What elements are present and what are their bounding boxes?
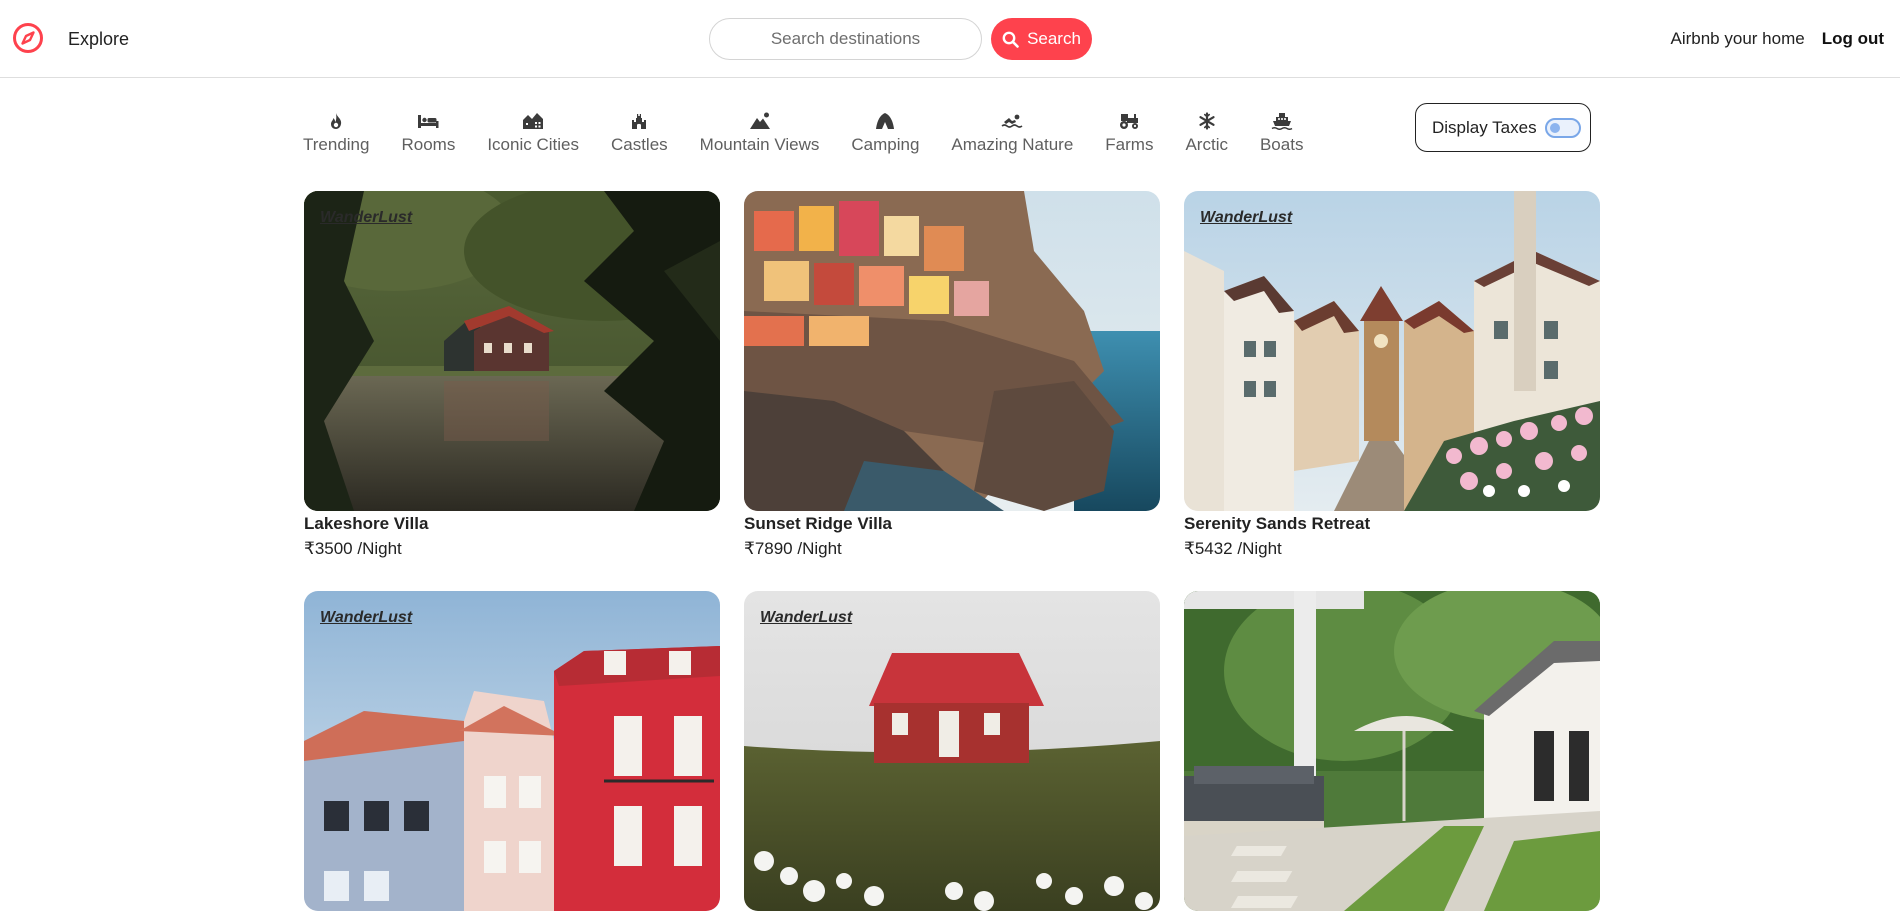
mountain-icon bbox=[749, 110, 771, 132]
wanderlust-watermark: WanderLust bbox=[320, 209, 413, 226]
listing-price: ₹3500 /Night bbox=[304, 539, 402, 558]
snowflake-icon bbox=[1196, 110, 1218, 132]
filter-mountain-views[interactable]: Mountain Views bbox=[699, 110, 820, 155]
fire-icon bbox=[325, 110, 347, 132]
nav-explore-link[interactable]: Explore bbox=[68, 29, 129, 50]
nav-right-links: Airbnb your home Log out bbox=[1671, 29, 1885, 49]
listing-card[interactable]: WanderLust bbox=[304, 591, 720, 911]
listing-price: ₹7890 /Night bbox=[744, 539, 842, 558]
bed-icon bbox=[417, 110, 439, 132]
filter-label: Arctic bbox=[1185, 135, 1228, 154]
wanderlust-watermark: WanderLust bbox=[1200, 209, 1293, 226]
search-button-label: Search bbox=[1027, 29, 1081, 48]
filter-label: Amazing Nature bbox=[951, 135, 1074, 154]
filter-farms[interactable]: Farms bbox=[1105, 110, 1153, 155]
tractor-icon bbox=[1118, 110, 1140, 132]
castle-icon bbox=[628, 110, 650, 132]
filter-label: Trending bbox=[303, 135, 370, 154]
listing-title: Serenity Sands Retreat bbox=[1184, 514, 1371, 533]
filter-label: Rooms bbox=[401, 135, 456, 154]
filter-castles[interactable]: Castles bbox=[611, 110, 668, 155]
compass-logo-icon[interactable] bbox=[12, 22, 44, 54]
listing-card[interactable]: WanderLust bbox=[744, 591, 1160, 911]
listing-title: Sunset Ridge Villa bbox=[744, 514, 893, 533]
listing-card[interactable]: WanderLust Serenity Sands Retreat ₹5432 … bbox=[1184, 191, 1600, 559]
filter-label: Iconic Cities bbox=[487, 135, 579, 154]
ship-icon bbox=[1271, 110, 1293, 132]
filter-boats[interactable]: Boats bbox=[1260, 110, 1303, 155]
filter-rooms[interactable]: Rooms bbox=[401, 110, 455, 155]
listing-card[interactable]: Sunset Ridge Villa ₹7890 /Night bbox=[744, 191, 1160, 559]
filter-label: Mountain Views bbox=[699, 135, 820, 154]
tax-switch[interactable] bbox=[1544, 117, 1581, 138]
wanderlust-watermark: WanderLust bbox=[760, 609, 853, 626]
search-icon bbox=[1002, 31, 1019, 48]
city-icon bbox=[522, 110, 544, 132]
switch-knob bbox=[1549, 122, 1560, 133]
search-button[interactable]: Search bbox=[991, 18, 1092, 60]
filter-label: Castles bbox=[610, 135, 668, 154]
wanderlust-watermark: WanderLust bbox=[320, 609, 413, 626]
listing-price: ₹5432 /Night bbox=[1184, 539, 1282, 558]
listing-title: Lakeshore Villa bbox=[304, 514, 429, 533]
tent-icon bbox=[874, 110, 896, 132]
airbnb-your-home-link[interactable]: Airbnb your home bbox=[1671, 29, 1805, 49]
logout-link[interactable]: Log out bbox=[1822, 29, 1884, 49]
search-input[interactable] bbox=[709, 18, 982, 60]
filter-arctic[interactable]: Arctic bbox=[1185, 110, 1228, 155]
filter-label: Farms bbox=[1105, 135, 1154, 154]
listing-image[interactable] bbox=[744, 191, 1160, 511]
filter-label: Boats bbox=[1259, 135, 1304, 154]
swimmer-icon bbox=[1001, 110, 1023, 132]
listing-image[interactable]: WanderLust bbox=[1184, 191, 1600, 511]
listing-card[interactable] bbox=[1184, 591, 1600, 911]
navbar: Explore Search Airbnb your home Log out bbox=[0, 0, 1900, 78]
filter-iconic-cities[interactable]: Iconic Cities bbox=[487, 110, 579, 155]
listing-image[interactable] bbox=[1184, 591, 1600, 911]
listing-image[interactable]: WanderLust bbox=[744, 591, 1160, 911]
filter-label: Camping bbox=[851, 135, 920, 154]
category-filters: Trending Rooms Iconic Cities Castles Mou… bbox=[303, 110, 1303, 155]
display-taxes-label: Display Taxes bbox=[1432, 117, 1537, 137]
filter-amazing-nature[interactable]: Amazing Nature bbox=[951, 110, 1073, 155]
listing-image[interactable]: WanderLust bbox=[304, 591, 720, 911]
display-taxes-toggle[interactable]: Display Taxes bbox=[1415, 103, 1591, 152]
filter-trending[interactable]: Trending bbox=[303, 110, 369, 155]
filter-camping[interactable]: Camping bbox=[851, 110, 919, 155]
listing-card[interactable]: WanderLust Lakeshore Villa ₹3500 /Night bbox=[304, 191, 720, 559]
listing-image[interactable]: WanderLust bbox=[304, 191, 720, 511]
